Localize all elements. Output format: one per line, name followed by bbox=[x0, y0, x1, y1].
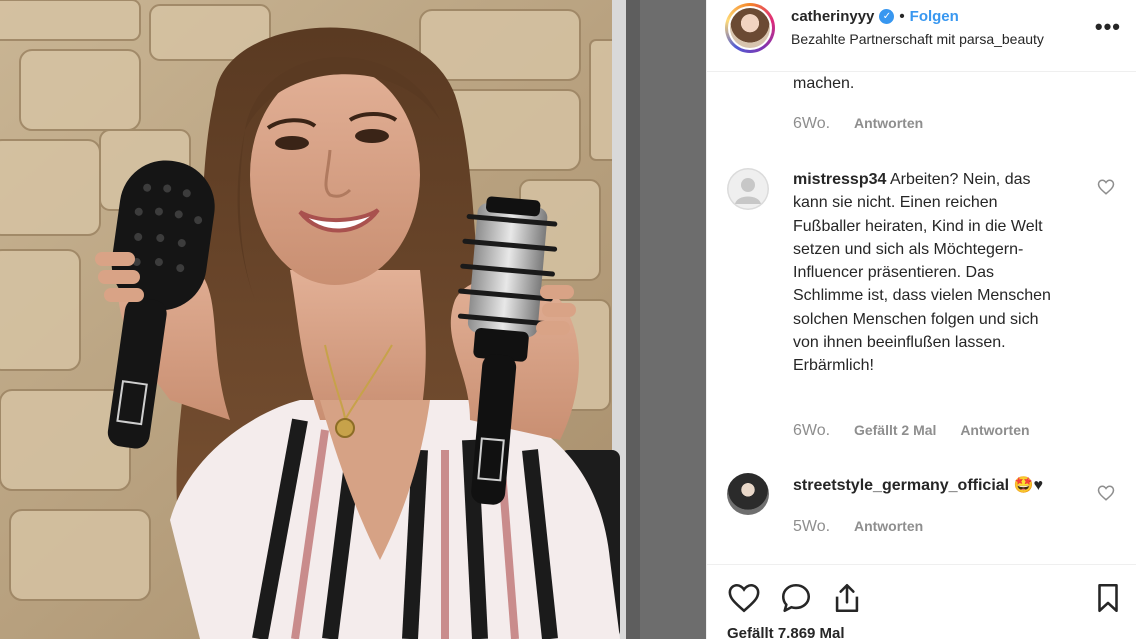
reply-button[interactable]: Antworten bbox=[854, 115, 923, 131]
like-comment-heart-icon[interactable] bbox=[1097, 484, 1115, 502]
partner-link[interactable]: parsa_beauty bbox=[959, 31, 1044, 47]
paid-partnership-label[interactable]: Bezahlte Partnerschaft mit bbox=[791, 31, 955, 47]
comment-time[interactable]: 5Wo. bbox=[793, 518, 830, 535]
commenter-avatar[interactable] bbox=[727, 168, 769, 210]
like-heart-icon[interactable] bbox=[727, 581, 761, 615]
comment-text: Arbeiten? Nein, das kann sie nicht. Eine… bbox=[793, 171, 1051, 375]
more-options-icon[interactable]: ••• bbox=[1095, 14, 1121, 40]
post-actions-bar: Gefällt 7.869 Mal bbox=[707, 564, 1136, 639]
comment-bubble-icon[interactable] bbox=[779, 581, 813, 615]
comment-body: streetstyle_germany_official 🤩♥ bbox=[793, 474, 1093, 497]
reply-button[interactable]: Antworten bbox=[854, 518, 923, 534]
comment-time[interactable]: 6Wo. bbox=[793, 115, 830, 132]
comment-meta: 6Wo. Antworten bbox=[793, 115, 943, 133]
comment-time[interactable]: 6Wo. bbox=[793, 422, 830, 439]
post-photo-illustration bbox=[0, 0, 706, 639]
paid-partnership-line: Bezahlte Partnerschaft mit parsa_beauty bbox=[791, 31, 1044, 47]
author-username[interactable]: catherinyyy bbox=[791, 8, 874, 25]
comments-list[interactable]: machen. 6Wo. Antworten mistressp34 Arbei… bbox=[707, 72, 1136, 564]
post-sidebar: catherinyyy ✓ • Folgen Bezahlte Partners… bbox=[706, 0, 1136, 639]
comment-text: 🤩♥ bbox=[1013, 477, 1043, 494]
comment-likes[interactable]: Gefällt 2 Mal bbox=[854, 422, 936, 438]
post-like-count[interactable]: Gefällt 7.869 Mal bbox=[727, 625, 845, 639]
default-avatar-icon bbox=[727, 168, 769, 210]
comment-body: mistressp34 Arbeiten? Nein, das kann sie… bbox=[793, 168, 1063, 378]
comment-text: machen. bbox=[793, 75, 855, 92]
comment-username[interactable]: mistressp34 bbox=[793, 171, 886, 188]
reply-button[interactable]: Antworten bbox=[960, 422, 1029, 438]
verified-badge-icon: ✓ bbox=[879, 9, 895, 24]
commenter-avatar[interactable] bbox=[727, 473, 769, 515]
comment-meta: 6Wo. Gefällt 2 Mal Antworten bbox=[793, 422, 1050, 440]
separator-dot: • bbox=[899, 8, 905, 25]
comment-username[interactable]: streetstyle_germany_official bbox=[793, 477, 1009, 494]
like-comment-heart-icon[interactable] bbox=[1097, 178, 1115, 196]
post-header: catherinyyy ✓ • Folgen Bezahlte Partners… bbox=[707, 0, 1136, 72]
share-icon[interactable] bbox=[830, 581, 864, 615]
comment-meta: 5Wo. Antworten bbox=[793, 518, 943, 536]
follow-button[interactable]: Folgen bbox=[910, 8, 959, 25]
author-avatar[interactable] bbox=[725, 3, 775, 53]
post-photo[interactable] bbox=[0, 0, 706, 639]
author-info: catherinyyy ✓ • Folgen bbox=[791, 8, 959, 25]
bookmark-icon[interactable] bbox=[1091, 581, 1125, 615]
